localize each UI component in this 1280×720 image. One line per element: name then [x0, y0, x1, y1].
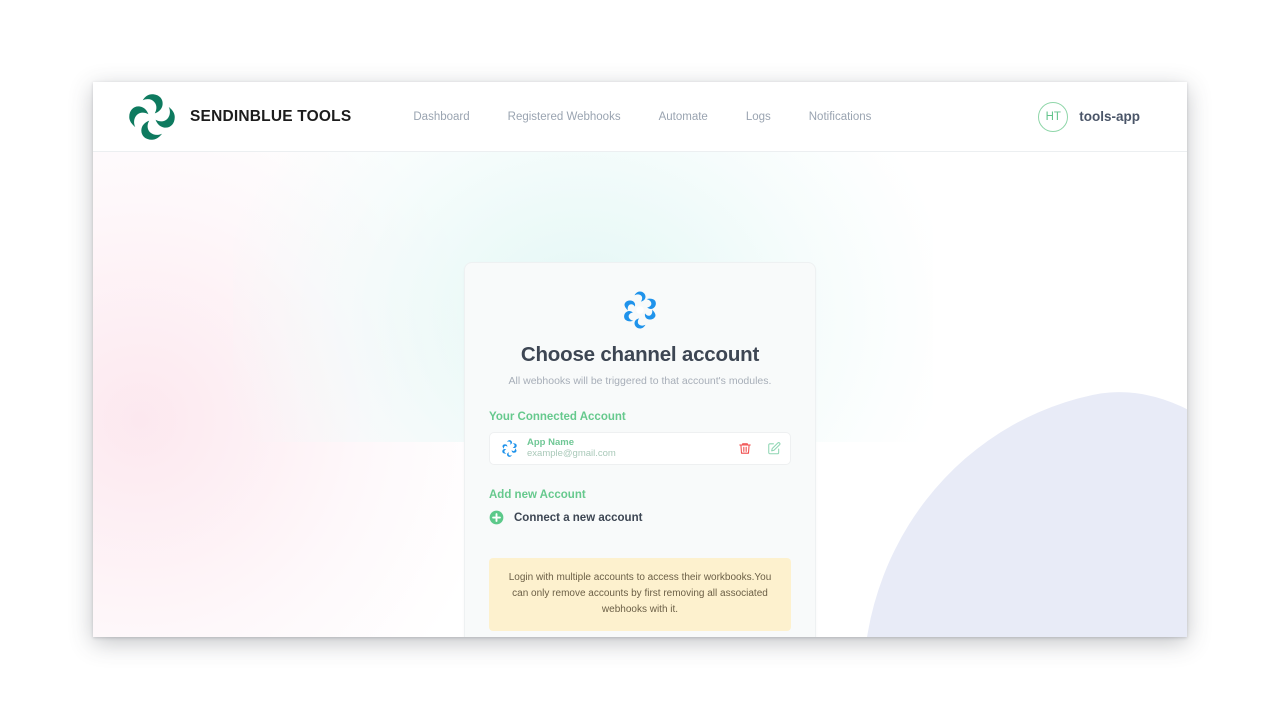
account-texts: App Name example@gmail.com — [527, 437, 738, 459]
user-name: tools-app — [1079, 109, 1140, 124]
nav-item-dashboard[interactable]: Dashboard — [413, 111, 469, 123]
sendinblue-swirl-icon — [619, 289, 661, 331]
sendinblue-pinwheel-logo-icon — [126, 91, 178, 143]
brand-name: SENDINBLUE TOOLS — [190, 107, 352, 125]
browser-window: SENDINBLUE TOOLS Dashboard Registered We… — [93, 82, 1187, 637]
page-body: Choose channel account All webhooks will… — [93, 152, 1187, 637]
edit-pencil-icon[interactable] — [767, 441, 781, 456]
background-blob-decoration — [807, 357, 1187, 637]
connect-new-account-label: Connect a new account — [514, 511, 643, 524]
nav-item-notifications[interactable]: Notifications — [809, 111, 872, 123]
plus-circle-icon — [489, 510, 504, 525]
account-sendinblue-swirl-icon — [500, 439, 519, 458]
nav-item-registered-webhooks[interactable]: Registered Webhooks — [508, 111, 621, 123]
user-menu[interactable]: HT tools-app — [1038, 101, 1140, 132]
brand[interactable]: SENDINBLUE TOOLS — [126, 91, 351, 143]
channel-logo-wrap — [489, 289, 791, 331]
connect-new-account-button[interactable]: Connect a new account — [489, 510, 791, 525]
connected-account-heading: Your Connected Account — [489, 411, 626, 423]
trash-icon[interactable] — [738, 441, 752, 456]
account-name: App Name — [527, 437, 574, 449]
avatar: HT — [1038, 101, 1069, 132]
page-subtitle: All webhooks will be triggered to that a… — [508, 375, 772, 387]
app-header: SENDINBLUE TOOLS Dashboard Registered We… — [93, 82, 1187, 152]
account-email: example@gmail.com — [527, 447, 616, 459]
connected-account-row[interactable]: App Name example@gmail.com — [489, 432, 791, 465]
notice-banner: Login with multiple accounts to access t… — [489, 558, 791, 631]
main-nav: Dashboard Registered Webhooks Automate L… — [413, 111, 871, 123]
choose-channel-account-card: Choose channel account All webhooks will… — [464, 262, 816, 637]
nav-item-automate[interactable]: Automate — [659, 111, 708, 123]
account-row-actions — [738, 441, 781, 456]
add-account-heading: Add new Account — [489, 489, 586, 501]
nav-item-logs[interactable]: Logs — [746, 111, 771, 123]
page-title: Choose channel account — [520, 343, 760, 366]
